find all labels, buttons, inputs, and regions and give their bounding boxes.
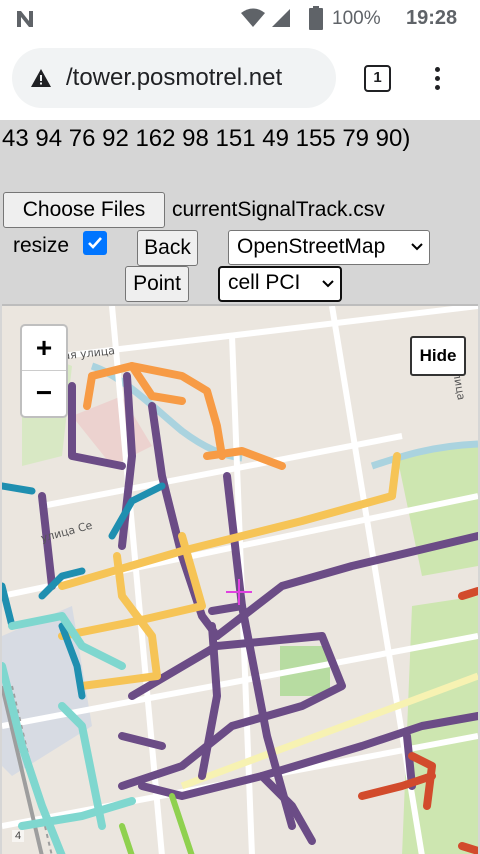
resize-checkbox[interactable] [83, 231, 107, 255]
point-button[interactable]: Point [125, 266, 189, 302]
map-scale-label: 4 [12, 830, 25, 842]
zoom-in-button[interactable]: + [22, 326, 66, 371]
map-canvas[interactable]: ежная улица улица Се Улица [2, 306, 478, 854]
map-layer-select-value: OpenStreetMap [237, 235, 386, 258]
metric-select-value: cell PCI [228, 271, 301, 294]
more-menu-icon[interactable] [430, 64, 444, 94]
battery-icon [309, 6, 323, 30]
clock: 19:28 [406, 7, 458, 29]
browser-toolbar: /tower.posmotrel.net 1 [0, 36, 480, 120]
hide-button[interactable]: Hide [410, 336, 466, 376]
not-secure-warning-icon[interactable] [30, 68, 52, 88]
zoom-control: + − [20, 324, 68, 418]
cell-signal-icon [272, 9, 290, 27]
wifi-icon [241, 8, 265, 27]
map-layer-select[interactable]: OpenStreetMap [228, 230, 430, 265]
metric-select[interactable]: cell PCI [218, 266, 342, 302]
zoom-out-button[interactable]: − [22, 371, 66, 416]
selected-file-name: currentSignalTrack.csv [172, 198, 385, 221]
choose-files-button[interactable]: Choose Files [3, 192, 165, 228]
resize-label: resize [13, 234, 70, 257]
page-content: 43 94 76 92 162 98 151 49 155 79 90) Cho… [0, 120, 480, 854]
address-bar[interactable]: /tower.posmotrel.net [12, 48, 336, 108]
checkmark-icon [88, 237, 102, 249]
battery-percent: 100% [332, 8, 381, 29]
chevron-down-icon [411, 243, 423, 251]
url-text[interactable]: /tower.posmotrel.net [66, 64, 282, 92]
status-bar: 100% 19:28 [0, 0, 480, 36]
map-view[interactable]: ежная улица улица Се Улица + − Hide 4 [2, 304, 478, 854]
chevron-down-icon [322, 280, 334, 288]
tab-switcher-button[interactable]: 1 [364, 65, 391, 92]
back-button[interactable]: Back [137, 230, 198, 266]
coordinates-text: 43 94 76 92 162 98 151 49 155 79 90) [2, 125, 411, 152]
notification-n-icon [17, 11, 33, 27]
